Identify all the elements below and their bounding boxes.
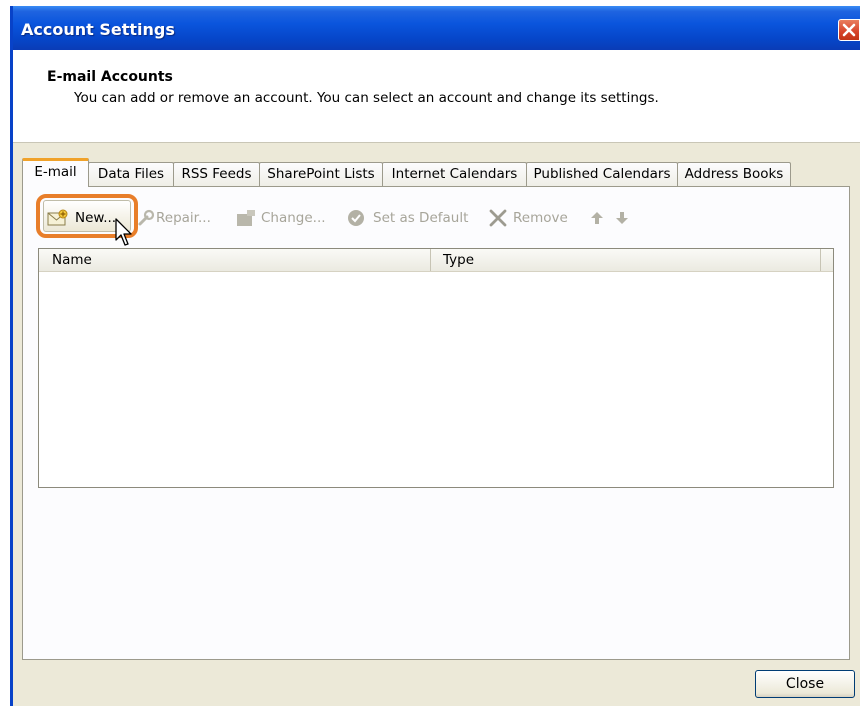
- tab-address-books[interactable]: Address Books: [677, 162, 791, 186]
- column-header-name[interactable]: Name: [39, 249, 431, 271]
- section-title: E-mail Accounts: [47, 69, 173, 85]
- tab-strip: E-mail Data Files RSS Feeds SharePoint L…: [22, 158, 822, 187]
- tab-data-files[interactable]: Data Files: [88, 162, 174, 186]
- remove-label: Remove: [513, 210, 568, 226]
- column-header-type[interactable]: Type: [431, 249, 821, 271]
- change-label: Change...: [261, 210, 326, 226]
- list-header: Name Type: [39, 249, 833, 272]
- close-button[interactable]: Close: [755, 670, 855, 698]
- account-list[interactable]: Name Type: [38, 248, 834, 488]
- tab-email[interactable]: E-mail: [22, 158, 89, 187]
- title-bar[interactable]: Account Settings: [13, 6, 860, 50]
- tab-published-calendars[interactable]: Published Calendars: [526, 162, 678, 186]
- tab-sharepoint-lists[interactable]: SharePoint Lists: [259, 162, 383, 186]
- email-tab-panel: New... Repair... Change... Set as Defaul…: [22, 186, 850, 660]
- tab-rss-feeds[interactable]: RSS Feeds: [173, 162, 260, 186]
- account-toolbar: New... Repair... Change... Set as Defaul…: [23, 187, 849, 247]
- set-default-button[interactable]: Set as Default: [347, 207, 475, 229]
- header-area: E-mail Accounts You can add or remove an…: [13, 50, 860, 143]
- set-default-label: Set as Default: [373, 210, 469, 226]
- move-up-button[interactable]: [589, 207, 607, 229]
- repair-icon: [137, 209, 155, 234]
- account-settings-window: Account Settings E-mail Accounts You can…: [10, 6, 860, 706]
- change-icon: [235, 209, 257, 234]
- mouse-pointer-icon: [115, 218, 132, 246]
- remove-x-icon: [488, 209, 508, 234]
- repair-button[interactable]: Repair...: [137, 207, 223, 229]
- arrow-up-icon: [589, 209, 605, 234]
- section-description: You can add or remove an account. You ca…: [74, 90, 659, 106]
- change-button[interactable]: Change...: [235, 207, 335, 229]
- checkmark-icon: [347, 209, 367, 234]
- remove-button[interactable]: Remove: [488, 207, 574, 229]
- arrow-down-icon: [614, 209, 630, 234]
- repair-label: Repair...: [156, 210, 211, 226]
- close-icon: [842, 23, 856, 37]
- window-title: Account Settings: [21, 20, 175, 39]
- move-down-button[interactable]: [614, 207, 632, 229]
- new-account-label: New...: [75, 210, 117, 226]
- window-close-button[interactable]: [838, 19, 860, 41]
- tab-internet-calendars[interactable]: Internet Calendars: [382, 162, 527, 186]
- new-mail-account-icon: [47, 209, 69, 234]
